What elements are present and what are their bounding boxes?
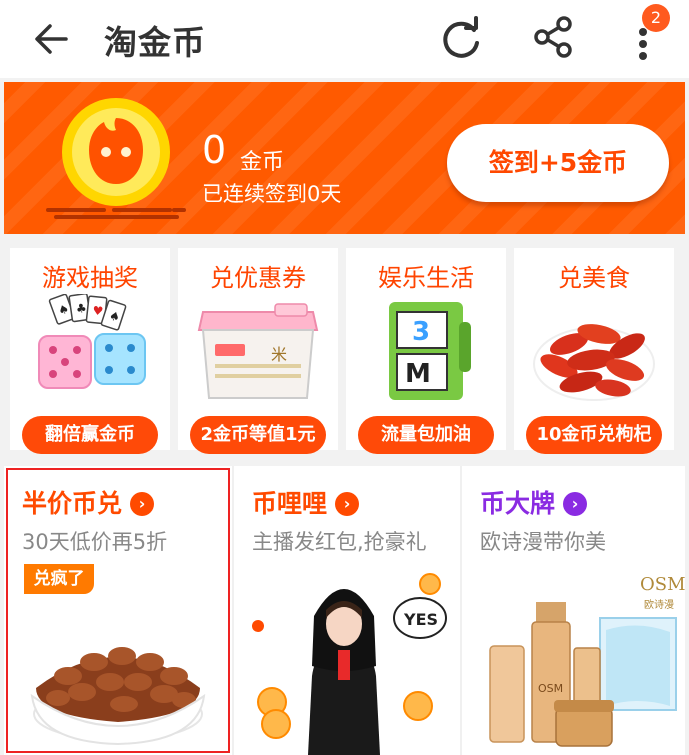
dice-cards-icon: ♠ ♣ ♥ ♠ bbox=[38, 294, 146, 389]
svg-text:♥: ♥ bbox=[92, 303, 104, 318]
category-coupons[interactable]: 兑优惠券 米 2金币等值1元 bbox=[178, 248, 338, 454]
svg-text:3: 3 bbox=[412, 317, 430, 347]
chevron-right-icon: › bbox=[563, 492, 588, 516]
promo-bilibili[interactable]: 币哩哩 › 主播发红包,抢豪礼 YES bbox=[234, 466, 460, 755]
svg-text:♣: ♣ bbox=[75, 301, 88, 316]
svg-text:OSM: OSM bbox=[538, 682, 563, 695]
back-arrow-icon[interactable] bbox=[30, 18, 72, 60]
promo-title: 币大牌 › bbox=[480, 484, 588, 520]
promo-tag: 兑疯了 bbox=[24, 564, 94, 594]
fuel-pump-icon: 3 M bbox=[389, 302, 471, 400]
promo-subtitle: 30天低价再5折 bbox=[22, 530, 168, 554]
promo-title-text: 半价币兑 bbox=[22, 489, 123, 518]
category-action-button[interactable]: 2金币等值1元 bbox=[190, 416, 326, 454]
svg-text:M: M bbox=[405, 359, 431, 389]
storage-box-icon: 米 bbox=[197, 303, 319, 399]
taojinbi-coin-icon bbox=[46, 98, 186, 219]
category-title: 游戏抽奖 bbox=[42, 264, 138, 292]
category-action-button[interactable]: 流量包加油 bbox=[358, 416, 494, 454]
promo-title-text: 币大牌 bbox=[480, 489, 556, 518]
promo-section: 半价币兑 › 30天低价再5折 兑疯了 币哩哩 › 主播发红包,抢豪礼 YES bbox=[4, 466, 686, 755]
streamer-promo-image: YES bbox=[252, 573, 447, 755]
walnut-bowl-icon bbox=[30, 647, 206, 746]
checkin-streak-text: 已连续签到0天 bbox=[202, 182, 342, 206]
svg-text:YES: YES bbox=[403, 610, 438, 629]
promo-subtitle: 欧诗漫带你美 bbox=[480, 530, 606, 554]
category-title: 兑优惠券 bbox=[210, 264, 306, 292]
svg-text:米: 米 bbox=[271, 345, 287, 364]
category-title: 娱乐生活 bbox=[378, 264, 474, 292]
promo-title: 半价币兑 › bbox=[22, 484, 155, 520]
chevron-right-icon: › bbox=[130, 492, 155, 516]
promo-half-price[interactable]: 半价币兑 › 30天低价再5折 兑疯了 bbox=[4, 466, 232, 755]
promo-title-text: 币哩哩 bbox=[252, 489, 328, 518]
category-action-button[interactable]: 翻倍赢金币 bbox=[22, 416, 158, 454]
category-grid: 游戏抽奖 ♠ ♣ ♥ ♠ 翻倍赢金币 兑优惠券 米 2金币等值1元 娱乐生活 3… bbox=[4, 236, 685, 460]
promo-big-brand[interactable]: 币大牌 › 欧诗漫带你美 OSM 欧诗漫 OSM bbox=[462, 466, 686, 755]
category-title: 兑美食 bbox=[558, 264, 630, 292]
refresh-icon[interactable] bbox=[438, 16, 484, 62]
promo-subtitle: 主播发红包,抢豪礼 bbox=[252, 530, 427, 554]
promo-title: 币哩哩 › bbox=[252, 484, 360, 520]
share-icon[interactable] bbox=[530, 14, 576, 60]
goji-berries-icon bbox=[533, 324, 655, 401]
chevron-right-icon: › bbox=[335, 492, 360, 516]
category-food[interactable]: 兑美食 10金币兑枸杞 bbox=[514, 248, 674, 454]
category-game-lottery[interactable]: 游戏抽奖 ♠ ♣ ♥ ♠ 翻倍赢金币 bbox=[10, 248, 170, 454]
brand-logo-text: OSM bbox=[640, 574, 686, 595]
coin-banner: 0 金币 已连续签到0天 签到+5金币 bbox=[4, 82, 685, 234]
coin-amount: 0 bbox=[202, 128, 227, 172]
category-action-button[interactable]: 10金币兑枸杞 bbox=[526, 416, 662, 454]
notification-badge: 2 bbox=[642, 4, 670, 32]
cosmetics-products-image: OSM bbox=[489, 602, 677, 747]
checkin-button[interactable]: 签到+5金币 bbox=[447, 124, 669, 202]
page-title: 淘金币 bbox=[104, 23, 206, 62]
top-bar: 淘金币 2 bbox=[0, 0, 689, 78]
category-entertainment[interactable]: 娱乐生活 3 M 流量包加油 bbox=[346, 248, 506, 454]
coin-unit-label: 金币 bbox=[240, 150, 285, 175]
